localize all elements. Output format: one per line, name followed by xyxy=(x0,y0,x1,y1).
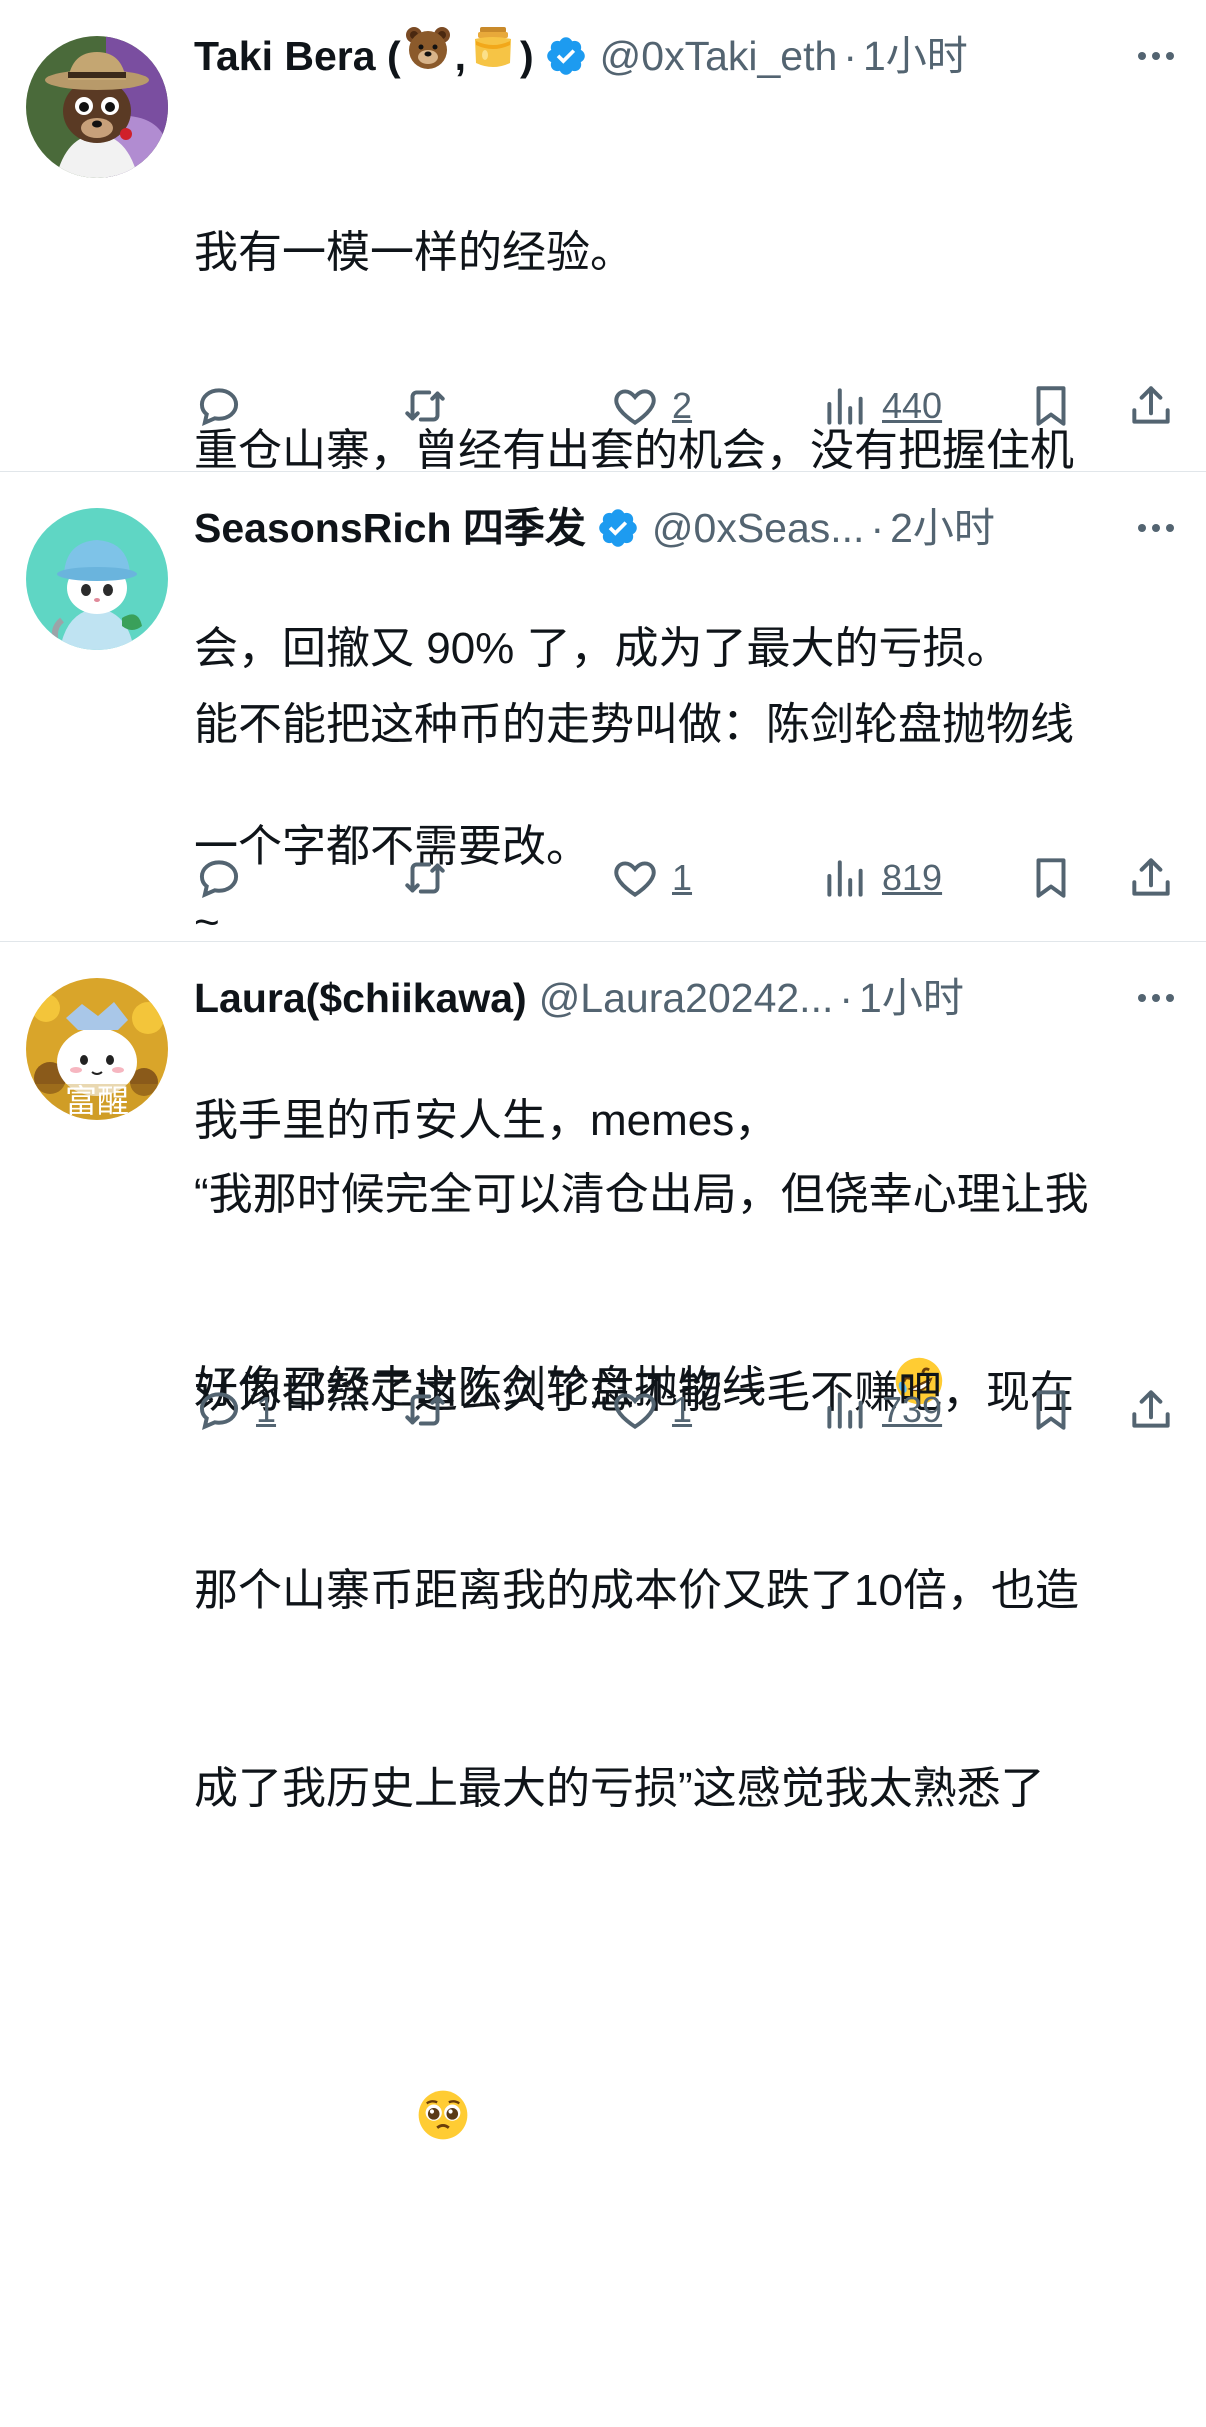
views-button[interactable]: 440 xyxy=(820,376,942,436)
separator-dot: · xyxy=(839,975,854,1021)
view-count: 440 xyxy=(882,385,943,426)
name-separator: , xyxy=(454,33,467,79)
tweet-header: Taki Bera ( ,) @0xTaki_eth · 1小时 xyxy=(194,26,1178,86)
tweet-3[interactable]: 富醒 Laura($chiikawa) @Laura20242... · 1小时… xyxy=(0,942,1206,2140)
reply-count: 1 xyxy=(256,1389,277,1430)
more-options-icon[interactable] xyxy=(1134,498,1178,558)
analytics-icon xyxy=(827,860,863,897)
reply-icon xyxy=(199,860,239,899)
tweet-text-emoji-line xyxy=(194,1954,1178,2295)
verified-badge-icon xyxy=(596,506,640,550)
bookmark-icon xyxy=(1036,1390,1066,1430)
bookmark-button[interactable] xyxy=(1026,848,1076,908)
retweet-icon xyxy=(405,390,445,422)
tweet-text-line: 那个山寨币距离我的成本价又跌了10倍，也造 xyxy=(194,1566,1079,1615)
share-icon xyxy=(1132,858,1170,896)
retweet-icon xyxy=(405,862,445,894)
heart-icon xyxy=(614,389,656,425)
reply-icon xyxy=(199,1392,239,1431)
tweet-text-line: 成了我历史上最大的亏损”这感觉我太熟悉了 xyxy=(194,1764,1045,1813)
more-options-icon[interactable] xyxy=(1134,26,1178,86)
tweet-1[interactable]: Taki Bera ( ,) @0xTaki_eth · 1小时 我有一模一样… xyxy=(0,0,1206,871)
avatar[interactable] xyxy=(26,36,168,178)
share-button[interactable] xyxy=(1126,848,1176,908)
reply-button[interactable] xyxy=(194,376,256,436)
tweet-text-line: “我那时候完全可以清仓出局，但侥幸心理让我 xyxy=(194,1170,1089,1219)
display-name[interactable]: SeasonsRich 四季发 xyxy=(194,498,586,558)
display-name[interactable]: Taki Bera ( xyxy=(194,26,401,86)
bookmark-button[interactable] xyxy=(1026,376,1076,436)
avatar-caption: 富醒 xyxy=(64,1082,129,1120)
honey-pot-emoji-icon xyxy=(468,23,518,89)
bookmark-button[interactable] xyxy=(1026,1380,1076,1440)
retweet-button[interactable] xyxy=(400,376,450,436)
retweet-button[interactable] xyxy=(400,848,450,908)
tweet-2[interactable]: SeasonsRich 四季发 @0xSeas... · 2小时 能不能把这种币… xyxy=(0,472,1206,1412)
timestamp[interactable]: 1小时 xyxy=(859,968,964,1028)
avatar[interactable] xyxy=(26,508,168,650)
like-button[interactable]: 2 xyxy=(610,376,692,436)
share-icon xyxy=(1132,1390,1170,1428)
bookmark-icon xyxy=(1036,386,1066,426)
action-bar: 1 1 739 xyxy=(194,1380,1178,1440)
action-bar: 1 819 xyxy=(194,848,1178,908)
reply-button[interactable]: 1 xyxy=(194,1380,276,1440)
verified-badge-icon xyxy=(544,34,588,78)
share-icon xyxy=(1132,386,1170,424)
tweet-header: Laura($chiikawa) @Laura20242... · 1小时 xyxy=(194,968,1178,1028)
avatar[interactable]: 富醒 xyxy=(26,978,168,1120)
timestamp[interactable]: 2小时 xyxy=(890,498,995,558)
tweet-header: SeasonsRich 四季发 @0xSeas... · 2小时 xyxy=(194,498,1178,558)
like-count: 2 xyxy=(672,385,693,426)
separator-dot: · xyxy=(843,33,857,79)
user-handle[interactable]: @Laura20242... xyxy=(539,968,834,1028)
share-button[interactable] xyxy=(1126,376,1176,436)
timestamp[interactable]: 1小时 xyxy=(863,26,968,86)
heart-icon xyxy=(614,1393,656,1429)
bear-emoji-icon xyxy=(403,23,453,89)
views-button[interactable]: 739 xyxy=(820,1380,942,1440)
like-count: 1 xyxy=(672,857,693,898)
tweet-text-line: 我有一模一样的经验。 xyxy=(194,228,634,277)
reply-button[interactable] xyxy=(194,848,256,908)
action-bar: 2 440 xyxy=(194,376,1178,436)
like-button[interactable]: 1 xyxy=(610,1380,692,1440)
more-options-icon[interactable] xyxy=(1134,968,1178,1028)
share-button[interactable] xyxy=(1126,1380,1176,1440)
like-button[interactable]: 1 xyxy=(610,848,692,908)
retweet-button[interactable] xyxy=(400,1380,450,1440)
display-name[interactable]: Laura($chiikawa) xyxy=(194,968,527,1028)
bookmark-icon xyxy=(1036,858,1066,898)
name-close: ) xyxy=(520,33,534,79)
user-handle[interactable]: @0xTaki_eth xyxy=(600,26,838,86)
like-count: 1 xyxy=(672,1389,693,1430)
separator-dot: · xyxy=(870,505,885,551)
view-count: 739 xyxy=(882,1389,943,1430)
user-handle[interactable]: @0xSeas... xyxy=(652,498,865,558)
view-count: 819 xyxy=(882,857,943,898)
tweet-text-line: 能不能把这种币的走势叫做：陈剑轮盘抛物线 xyxy=(194,700,1074,749)
tweet-text: “我那时候完全可以清仓出局，但侥幸心理让我 认为都熬了这么久了总不能一毛不赚吧，… xyxy=(194,1030,1178,2427)
analytics-icon xyxy=(827,388,863,425)
heart-icon xyxy=(614,861,656,897)
analytics-icon xyxy=(827,1392,863,1429)
retweet-icon xyxy=(405,1394,445,1426)
pleading-face-emoji-icon xyxy=(292,2020,472,2229)
reply-icon xyxy=(199,388,239,427)
views-button[interactable]: 819 xyxy=(820,848,942,908)
